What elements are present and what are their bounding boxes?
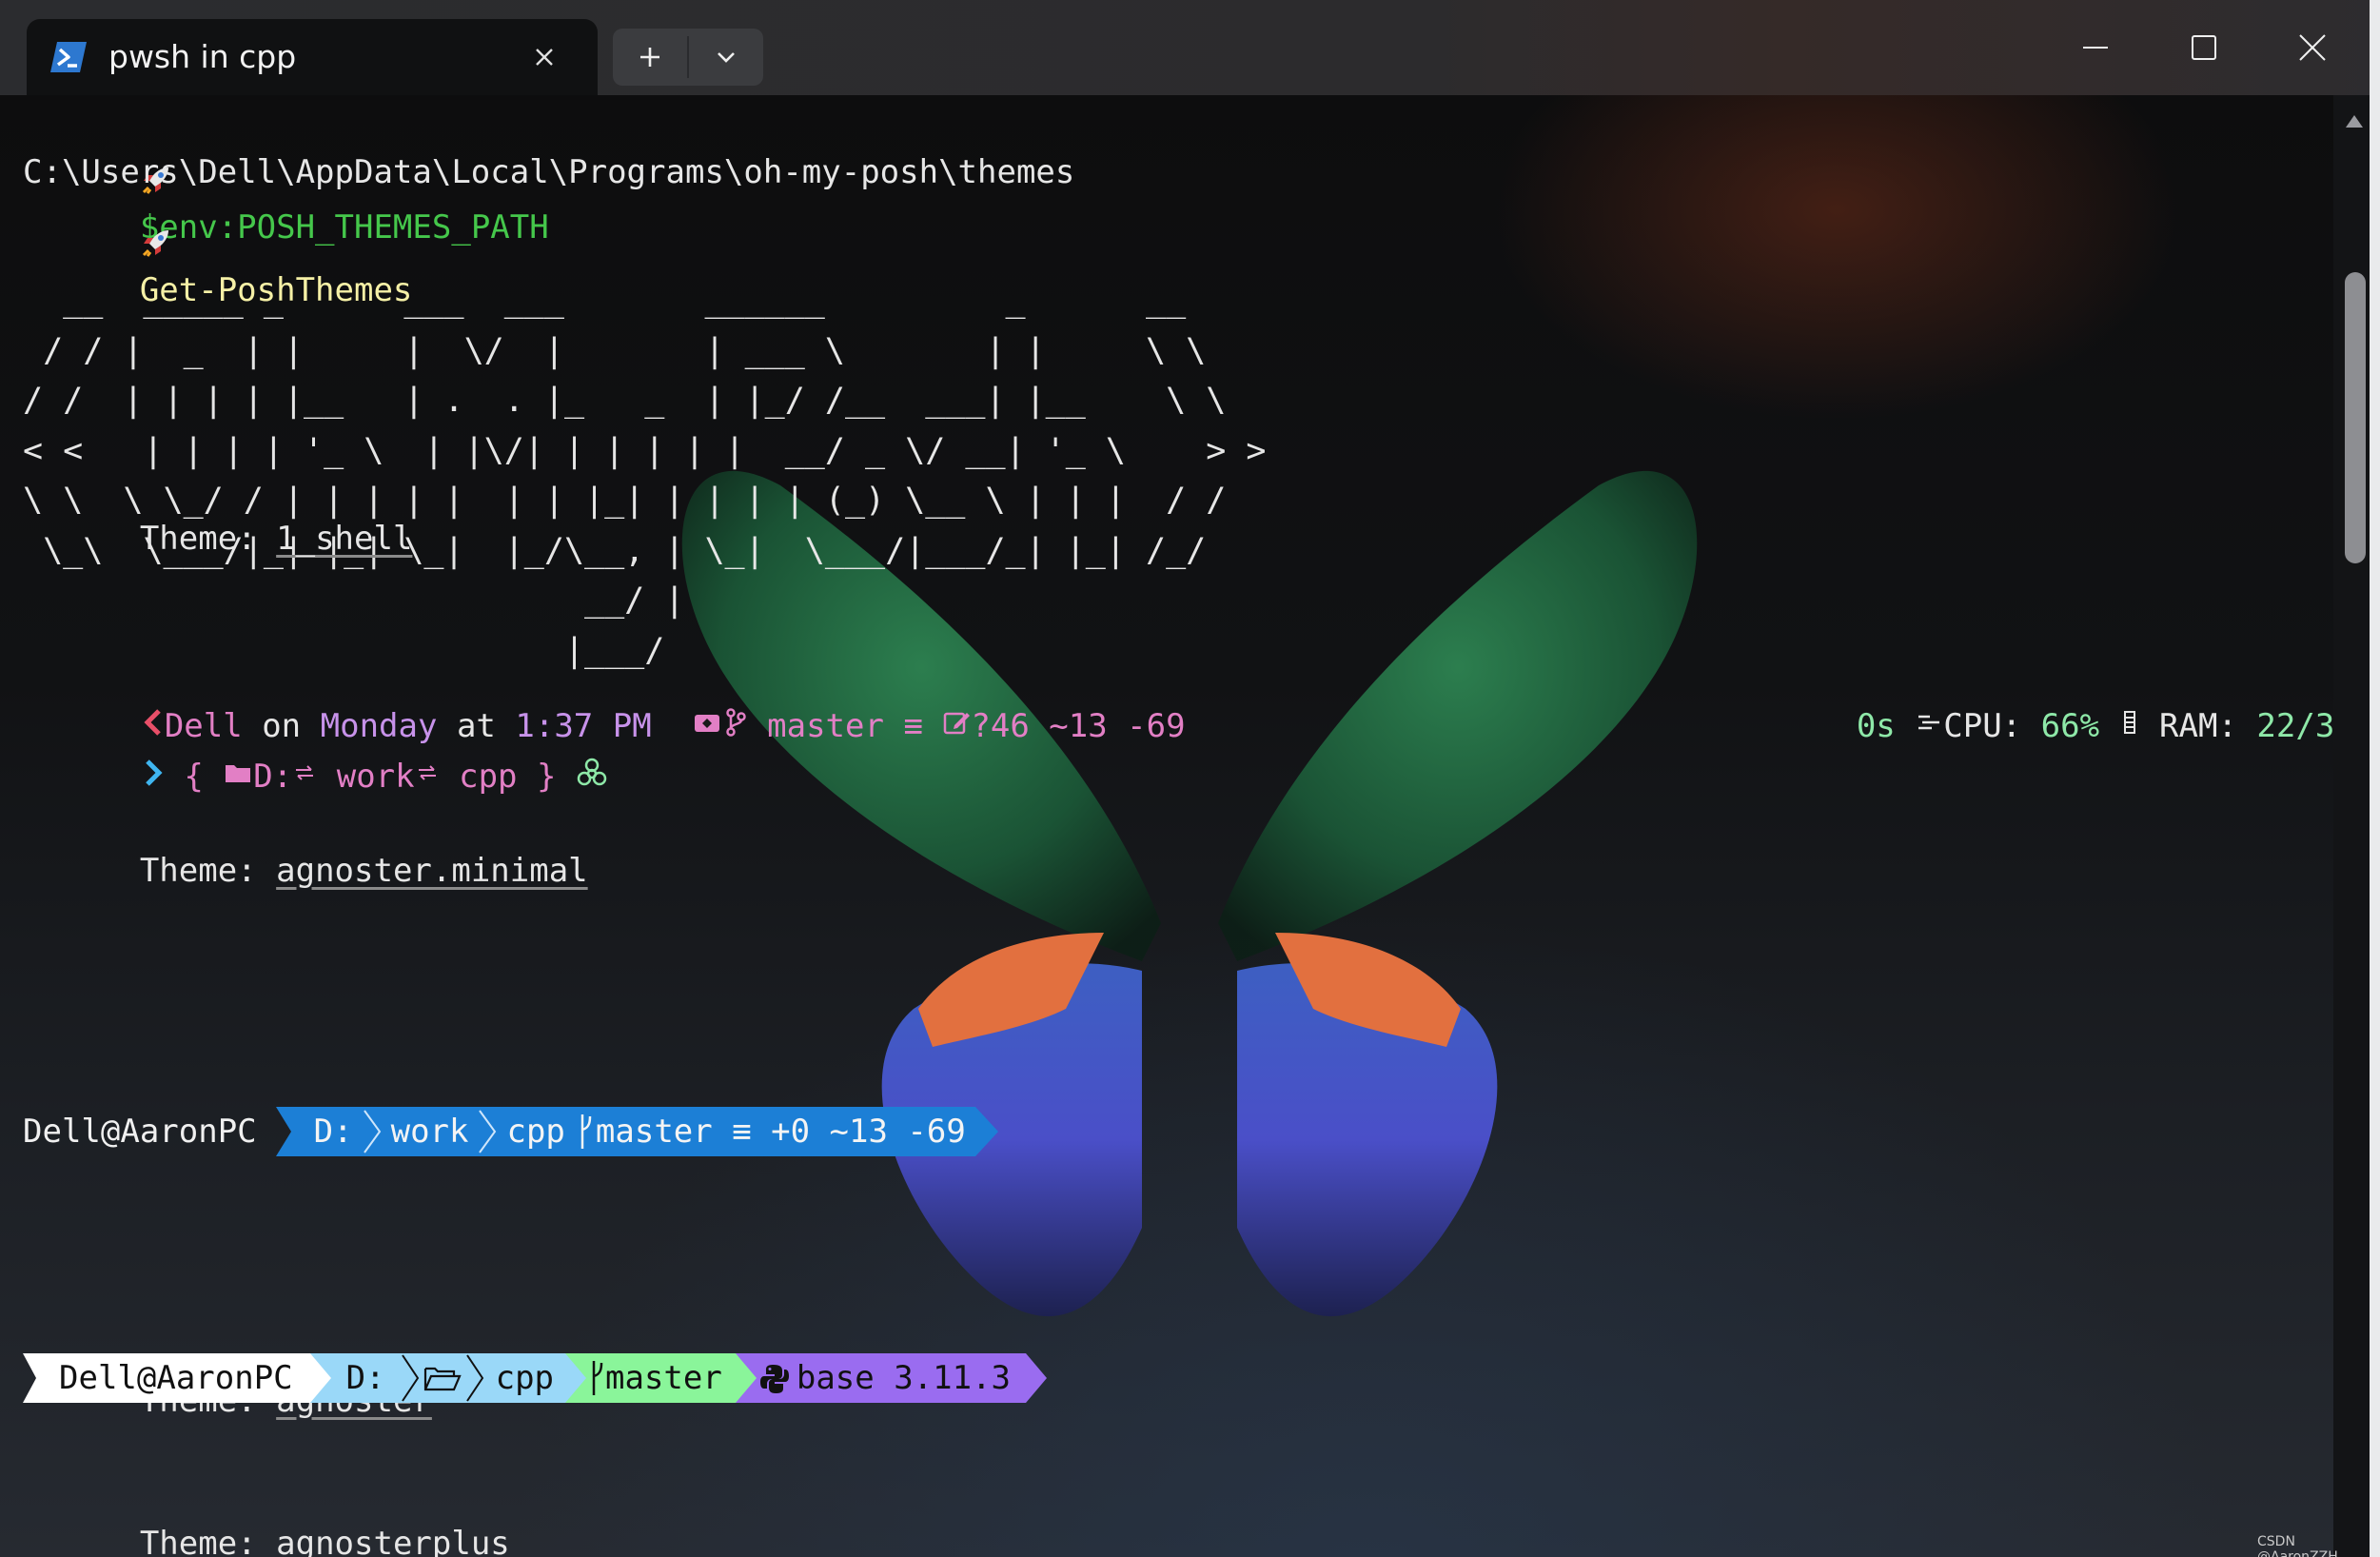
close-tab-icon[interactable] [525, 38, 563, 76]
path-drive: D: [345, 1359, 385, 1397]
theme-label-4: Theme: agnosterplus [23, 1481, 510, 1557]
title-bar: pwsh in cpp [0, 0, 2380, 95]
biohazard-icon [576, 757, 608, 799]
minimize-button[interactable] [2048, 17, 2143, 78]
theme-label-2: Theme: agnoster.minimal [23, 808, 588, 934]
git-segment: master [588, 1353, 736, 1403]
scrollbar-thumb[interactable] [2345, 272, 2366, 563]
git-branch-icon [580, 1114, 592, 1149]
terminal-window: pwsh in cpp $env:POSH_THEMES_PATH C:\Use… [0, 0, 2380, 1557]
git-sync-status: ≡ [903, 707, 923, 745]
user-segment: Dell@AaronPC [40, 1353, 310, 1403]
close-window-button[interactable] [2265, 17, 2360, 78]
chevron-separator-icon [479, 1110, 497, 1153]
terminal-content[interactable]: $env:POSH_THEMES_PATH C:\Users\Dell\AppD… [0, 95, 2333, 1557]
chevron-right-icon [140, 757, 165, 799]
theme-prefix: Theme: [139, 520, 257, 558]
git-changes: ?46 ~13 -69 [971, 707, 1186, 745]
segment-separator [565, 1353, 589, 1403]
scroll-up-arrow-icon[interactable] [2343, 110, 2366, 133]
path-brace-close: } [537, 758, 557, 796]
prompt-user: Dell@AaronPC [59, 1359, 293, 1397]
chevron-separator-icon [363, 1110, 381, 1153]
maximize-button[interactable] [2156, 17, 2252, 78]
theme-prefix: Theme: [139, 1525, 257, 1557]
folder-open-icon [423, 1367, 462, 1391]
agnoster-minimal-prompt: Dell@AaronPC D: work cpp master ≡ +0 ~13… [23, 1107, 998, 1156]
memory-icon [2119, 706, 2140, 749]
path-drive: D: [313, 1113, 353, 1151]
path-separator-icon [415, 757, 440, 799]
theme-name-link[interactable]: 1_shell [276, 520, 412, 558]
path-dir: work [390, 1113, 469, 1151]
path-separator-icon [292, 757, 317, 799]
path-dir: cpp [459, 758, 518, 796]
segment-start-arrow [275, 1107, 303, 1156]
new-tab-button[interactable] [613, 29, 687, 86]
prompt-user: Dell@AaronPC [23, 1113, 257, 1151]
tab-pwsh[interactable]: pwsh in cpp [27, 19, 598, 95]
segment-separator [309, 1353, 333, 1403]
path-dir: cpp [506, 1113, 565, 1151]
path-brace-open: { [184, 758, 204, 796]
path-drive: D: [253, 758, 293, 796]
path-dir: cpp [495, 1359, 555, 1397]
git-status: master ≡ +0 ~13 -69 [595, 1113, 966, 1151]
git-branch-name: master [767, 707, 884, 745]
theme-name-link[interactable]: agnosterplus [276, 1525, 510, 1557]
chevron-down-icon[interactable] [689, 29, 763, 86]
folder-icon [223, 757, 253, 799]
chevron-separator-icon [401, 1354, 419, 1402]
ram-value: 22/34GB [2256, 707, 2333, 745]
agnoster-prompt: Dell@AaronPC D: cpp master base 3.11.3 [23, 1353, 1049, 1403]
rocket-icon [140, 225, 174, 269]
segment-separator [735, 1353, 758, 1403]
path-segment: D: work cpp master ≡ +0 ~13 -69 [302, 1107, 975, 1156]
prompt-duration: 0s [1856, 707, 1896, 745]
git-branch-name: master [605, 1359, 722, 1397]
python-env-name: base 3.11.3 [796, 1359, 1012, 1397]
ram-label: RAM: [2159, 707, 2237, 745]
python-icon [759, 1365, 789, 1393]
git-branch-icon [592, 1361, 603, 1395]
theme-label-1: Theme: 1_shell [23, 476, 413, 601]
shell-prompt-right: 0s CPU: 66% RAM: 22/34GB [1740, 663, 2333, 791]
cpu-value: 66% [2040, 707, 2100, 745]
git-repo-icon [691, 706, 723, 749]
segment-start-arrow [23, 1353, 40, 1403]
tab-title: pwsh in cpp [108, 38, 297, 75]
watermark: CSDN @AaronZZH [2257, 1534, 2338, 1557]
segment-end-arrow [974, 1107, 998, 1156]
path-dir: work [336, 758, 415, 796]
edit-icon [942, 706, 971, 749]
python-env-segment: base 3.11.3 [757, 1353, 1027, 1403]
new-tab-group [613, 29, 763, 86]
drive-segment: D: cpp [332, 1353, 566, 1403]
git-branch-icon [723, 706, 748, 749]
segment-end-arrow [1026, 1353, 1048, 1403]
cpu-label: CPU: [1943, 707, 2022, 745]
chevron-separator-icon [465, 1354, 483, 1402]
speed-icon [1915, 706, 1943, 749]
theme-name-link[interactable]: agnoster.minimal [276, 852, 588, 890]
theme-prefix: Theme: [139, 852, 257, 890]
background-window-edge [2370, 0, 2380, 1557]
powershell-icon [50, 42, 87, 72]
